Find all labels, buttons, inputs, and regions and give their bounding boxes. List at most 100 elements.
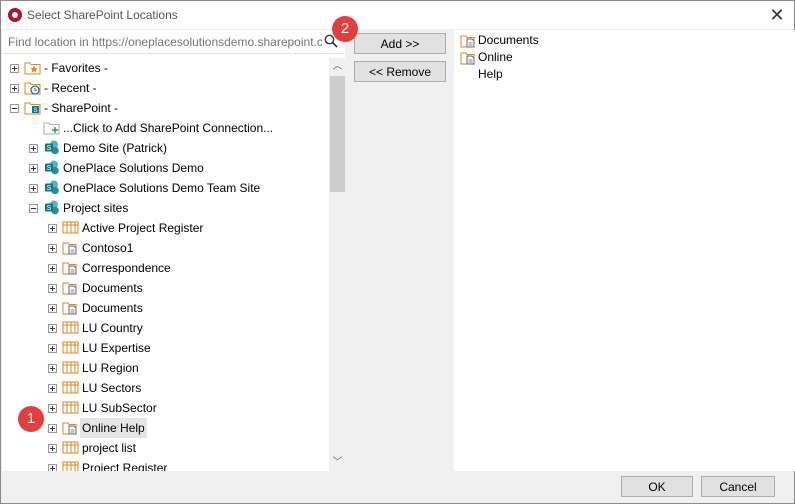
tree-node[interactable]: Correspondence [2,258,329,278]
expand-plus-icon[interactable] [29,144,38,153]
scroll-down-arrow[interactable]: ﹀ [329,454,346,471]
tree-node[interactable]: S OnePlace Solutions Demo Team Site [2,178,329,198]
remove-button[interactable]: << Remove [354,61,446,82]
expand-plus-icon[interactable] [48,464,57,471]
tree-node-label: LU Expertise [82,341,151,355]
scrollbar-thumb[interactable] [330,76,345,192]
tree-node[interactable]: S OnePlace Solutions Demo [2,158,329,178]
selected-location-label: Documents [478,33,539,47]
tree-node[interactable]: S - SharePoint - [2,98,329,118]
tree-node[interactable]: LU SubSector [2,398,329,418]
expand-plus-icon[interactable] [48,364,57,373]
expand-plus-icon[interactable] [48,444,57,453]
sharepoint-site-icon: S [43,180,60,195]
tree-node[interactable]: LU Expertise [2,338,329,358]
tree-node[interactable]: - Favorites - [2,58,329,78]
tree-node-label: Documents [82,301,143,315]
svg-text:S: S [47,205,52,212]
tree-node-label: LU Sectors [82,381,142,395]
list-icon [62,360,79,375]
tree-node[interactable]: project list [2,438,329,458]
tree-node-label: OnePlace Solutions Demo [63,161,204,175]
expand-plus-icon[interactable] [29,164,38,173]
expand-plus-icon[interactable] [48,344,57,353]
sharepoint-site-icon: S [43,200,60,215]
tree-node[interactable]: Documents [2,298,329,318]
tree-node[interactable]: LU Country [2,318,329,338]
document-library-icon [460,50,477,65]
list-icon [62,320,79,335]
tree-node[interactable]: S Project sites [2,198,329,218]
location-tree-pane: - Favorites - - Recent - S - SharePoint -..… [2,30,346,471]
list-icon [62,460,79,471]
tree-vertical-scrollbar[interactable]: ︿ ﹀ [329,58,346,471]
add-connection-icon [43,120,60,135]
close-button[interactable]: ✕ [766,4,788,26]
document-library-icon [62,420,79,435]
expand-plus-icon[interactable] [48,224,57,233]
tree-node[interactable]: Contoso1 [2,238,329,258]
tree-node[interactable]: LU Region [2,358,329,378]
dialog-footer: OK Cancel [1,471,794,504]
window-title: Select SharePoint Locations [27,8,178,22]
scroll-up-arrow[interactable]: ︿ [329,58,346,75]
ok-button[interactable]: OK [621,476,693,497]
app-logo-icon [8,8,22,22]
collapse-minus-icon[interactable] [10,104,19,113]
sharepoint-site-icon: S [43,160,60,175]
selected-location-label: Online Help [478,50,513,81]
favorites-star-icon [24,60,41,75]
sharepoint-folder-icon: S [24,100,41,115]
tree-node-label: LU SubSector [82,401,157,415]
expand-plus-icon[interactable] [48,244,57,253]
document-library-icon [460,33,477,48]
location-tree: - Favorites - - Recent - S - SharePoint -..… [2,58,329,471]
expand-plus-icon[interactable] [48,304,57,313]
list-icon [62,340,79,355]
tree-node[interactable]: ...Click to Add SharePoint Connection... [2,118,329,138]
add-button[interactable]: Add >> [354,33,446,54]
tree-node-label: ...Click to Add SharePoint Connection... [63,121,274,135]
tree-node[interactable]: Documents [2,278,329,298]
expand-plus-icon[interactable] [48,404,57,413]
tree-node-label: - SharePoint - [44,101,119,115]
document-library-icon [62,260,79,275]
select-sharepoint-locations-dialog: Select SharePoint Locations ✕ - Favorite… [0,0,795,504]
tree-node[interactable]: Online Help [2,418,329,438]
expand-plus-icon[interactable] [29,184,38,193]
tree-node[interactable]: Active Project Register [2,218,329,238]
tree-node[interactable]: S Demo Site (Patrick) [2,138,329,158]
expand-plus-icon[interactable] [48,264,57,273]
svg-text:S: S [47,145,52,152]
tree-node-label: Project sites [63,201,129,215]
tree-node[interactable]: - Recent - [2,78,329,98]
collapse-minus-icon[interactable] [29,204,38,213]
svg-text:S: S [47,165,52,172]
document-library-icon [62,240,79,255]
expand-plus-icon[interactable] [48,284,57,293]
svg-text:S: S [47,185,52,192]
expand-plus-icon[interactable] [48,324,57,333]
tree-node[interactable]: LU Sectors [2,378,329,398]
tree-node-label: OnePlace Solutions Demo Team Site [63,181,261,195]
list-icon [62,220,79,235]
list-icon [62,440,79,455]
tree-node-label: project list [82,441,137,455]
title-bar: Select SharePoint Locations ✕ [1,1,794,29]
list-icon [62,380,79,395]
svg-text:S: S [33,108,37,114]
sharepoint-site-icon: S [43,140,60,155]
tree-node[interactable]: Project Register [2,458,329,471]
tree-node-label: - Favorites - [44,61,109,75]
step-2-badge: 2 [332,16,358,42]
expand-plus-icon[interactable] [10,64,19,73]
expand-plus-icon[interactable] [48,424,57,433]
selected-locations-list: Documents Online Help [454,30,795,471]
document-library-icon [62,300,79,315]
tree-node-label: Contoso1 [82,241,134,255]
search-input[interactable] [8,33,322,51]
expand-plus-icon[interactable] [48,384,57,393]
expand-plus-icon[interactable] [10,84,19,93]
step-1-badge: 1 [18,406,44,432]
cancel-button[interactable]: Cancel [701,476,775,497]
